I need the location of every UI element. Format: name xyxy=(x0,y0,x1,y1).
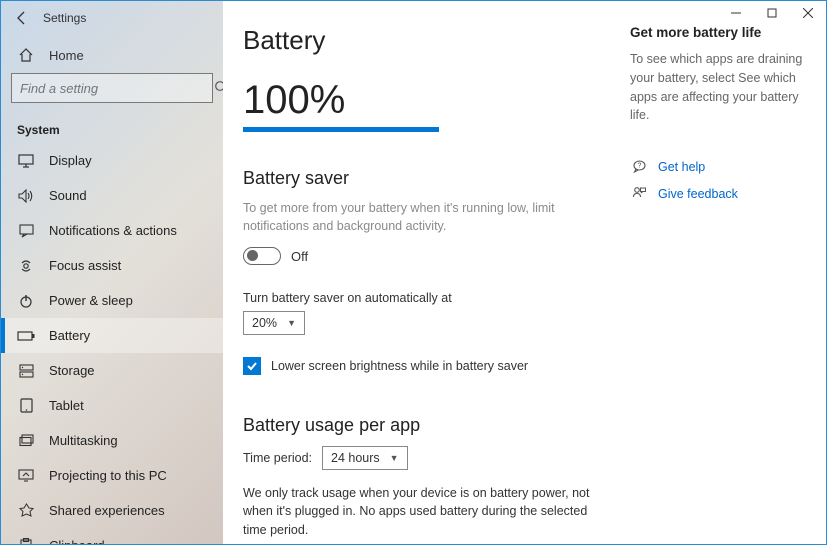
chevron-down-icon: ▼ xyxy=(390,453,399,463)
shared-icon xyxy=(17,503,35,518)
sidebar-home[interactable]: Home xyxy=(1,39,223,73)
sidebar-item-storage[interactable]: Storage xyxy=(1,353,223,388)
sidebar-item-label: Shared experiences xyxy=(49,503,165,518)
aside-panel: Get more battery life To see which apps … xyxy=(630,1,826,544)
sidebar-item-label: Storage xyxy=(49,363,95,378)
search-input[interactable] xyxy=(12,81,206,96)
battery-saver-toggle-label: Off xyxy=(291,249,308,264)
sidebar: Settings Home System Display Sound Notific… xyxy=(1,1,223,544)
back-button[interactable] xyxy=(11,7,33,29)
auto-on-select[interactable]: 20% ▼ xyxy=(243,311,305,335)
sidebar-item-projecting[interactable]: Projecting to this PC xyxy=(1,458,223,493)
projecting-icon xyxy=(17,469,35,482)
sidebar-item-clipboard[interactable]: Clipboard xyxy=(1,528,223,544)
search-icon xyxy=(206,80,223,97)
sidebar-item-multitasking[interactable]: Multitasking xyxy=(1,423,223,458)
usage-heading: Battery usage per app xyxy=(243,415,606,436)
chevron-down-icon: ▼ xyxy=(287,318,296,328)
feedback-icon xyxy=(630,186,648,201)
minimize-button[interactable] xyxy=(718,1,754,25)
sidebar-item-label: Battery xyxy=(49,328,90,343)
give-feedback-link[interactable]: Give feedback xyxy=(658,187,738,201)
sidebar-item-label: Focus assist xyxy=(49,258,121,273)
get-help-link[interactable]: Get help xyxy=(658,160,705,174)
help-icon: ? xyxy=(630,159,648,174)
display-icon xyxy=(17,154,35,168)
lower-brightness-label: Lower screen brightness while in battery… xyxy=(271,359,528,373)
close-button[interactable] xyxy=(790,1,826,25)
multitasking-icon xyxy=(17,434,35,447)
sidebar-item-label: Clipboard xyxy=(49,538,105,544)
maximize-button[interactable] xyxy=(754,1,790,25)
clipboard-icon xyxy=(17,538,35,544)
sidebar-home-label: Home xyxy=(49,48,84,63)
focus-icon xyxy=(17,259,35,273)
battery-saver-desc: To get more from your battery when it's … xyxy=(243,199,603,235)
page-title: Battery xyxy=(243,25,606,56)
power-icon xyxy=(17,294,35,308)
search-box[interactable] xyxy=(11,73,213,103)
auto-on-value: 20% xyxy=(252,316,277,330)
sidebar-item-battery[interactable]: Battery xyxy=(1,318,223,353)
sidebar-item-display[interactable]: Display xyxy=(1,143,223,178)
sidebar-item-focus[interactable]: Focus assist xyxy=(1,248,223,283)
storage-icon xyxy=(17,364,35,378)
app-title: Settings xyxy=(43,11,86,25)
aside-desc: To see which apps are draining your batt… xyxy=(630,50,810,125)
time-period-value: 24 hours xyxy=(331,451,380,465)
sidebar-item-label: Projecting to this PC xyxy=(49,468,167,483)
battery-icon xyxy=(17,331,35,341)
sidebar-item-sound[interactable]: Sound xyxy=(1,178,223,213)
usage-note: We only track usage when your device is … xyxy=(243,484,606,538)
get-help-row[interactable]: ? Get help xyxy=(630,159,810,174)
time-period-label: Time period: xyxy=(243,451,312,465)
auto-on-label: Turn battery saver on automatically at xyxy=(243,291,606,305)
sidebar-item-notifications[interactable]: Notifications & actions xyxy=(1,213,223,248)
sidebar-item-power[interactable]: Power & sleep xyxy=(1,283,223,318)
sidebar-section-header: System xyxy=(1,113,223,143)
battery-saver-toggle[interactable] xyxy=(243,247,281,265)
sidebar-item-label: Multitasking xyxy=(49,433,118,448)
notifications-icon xyxy=(17,224,35,238)
main-content: Battery 100% Battery saver To get more f… xyxy=(223,1,630,544)
sidebar-item-label: Display xyxy=(49,153,92,168)
sidebar-item-label: Sound xyxy=(49,188,87,203)
svg-text:?: ? xyxy=(637,163,641,170)
sidebar-item-label: Tablet xyxy=(49,398,84,413)
battery-saver-heading: Battery saver xyxy=(243,168,606,189)
tablet-icon xyxy=(17,398,35,413)
home-icon xyxy=(17,47,35,63)
aside-heading: Get more battery life xyxy=(630,25,810,40)
sidebar-item-label: Notifications & actions xyxy=(49,223,177,238)
lower-brightness-checkbox[interactable] xyxy=(243,357,261,375)
time-period-select[interactable]: 24 hours ▼ xyxy=(322,446,408,470)
sidebar-item-tablet[interactable]: Tablet xyxy=(1,388,223,423)
sidebar-item-label: Power & sleep xyxy=(49,293,133,308)
sidebar-item-shared[interactable]: Shared experiences xyxy=(1,493,223,528)
sound-icon xyxy=(17,189,35,203)
battery-percent: 100% xyxy=(243,78,606,123)
battery-bar xyxy=(243,127,439,132)
give-feedback-row[interactable]: Give feedback xyxy=(630,186,810,201)
